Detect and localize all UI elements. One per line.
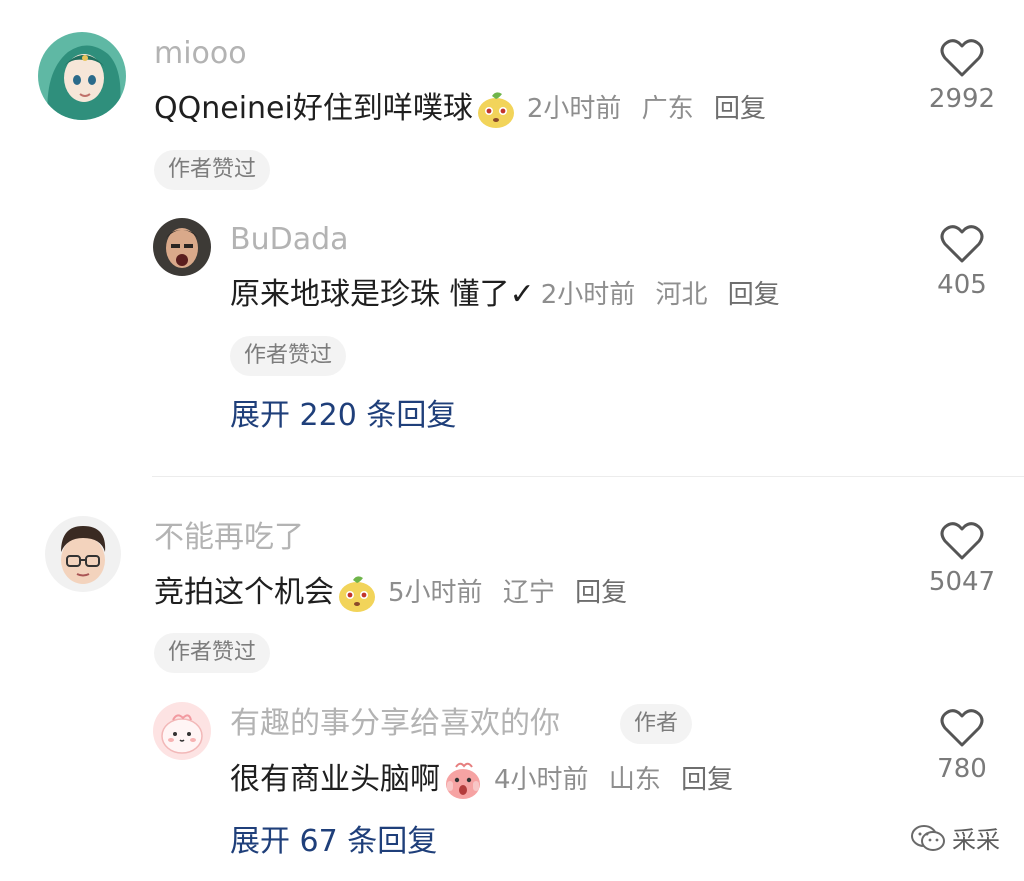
watermark: 采采 bbox=[910, 820, 1000, 855]
avatar[interactable] bbox=[153, 702, 211, 760]
reply-meta: 2小时前 河北 回复 bbox=[541, 275, 792, 315]
wechat-icon bbox=[911, 824, 945, 851]
reply-button[interactable]: 回复 bbox=[714, 94, 766, 124]
divider bbox=[152, 476, 1024, 477]
comment-text: QQneinei好住到咩噗球 bbox=[154, 91, 473, 126]
like-control[interactable]: 2992 bbox=[902, 38, 1022, 114]
comment-meta: 2小时前 广东 回复 bbox=[527, 89, 778, 129]
comment-meta: 5小时前 辽宁 回复 bbox=[388, 573, 639, 613]
scream-face-emoji-icon bbox=[442, 759, 484, 801]
reply-button[interactable]: 回复 bbox=[575, 578, 627, 608]
reply-time: 2小时前 bbox=[540, 280, 636, 310]
like-count: 5047 bbox=[928, 567, 996, 597]
reply-username[interactable]: 有趣的事分享给喜欢的你 bbox=[230, 706, 560, 742]
heart-icon[interactable] bbox=[940, 521, 984, 561]
like-count: 780 bbox=[937, 754, 987, 784]
like-count: 405 bbox=[937, 270, 987, 300]
comment-text: 竞拍这个机会 bbox=[154, 575, 334, 610]
author-tag-badge: 作者 bbox=[620, 704, 693, 744]
reply-text: 原来地球是珍珠 懂了✓ bbox=[230, 277, 535, 312]
reply-body: 原来地球是珍珠 懂了✓ 2小时前 河北 回复 bbox=[230, 275, 792, 315]
reply-text: 很有商业头脑啊 bbox=[230, 762, 440, 797]
author-liked-badge: 作者赞过 bbox=[154, 150, 271, 190]
reply-meta: 4小时前 山东 回复 bbox=[494, 760, 745, 800]
author-liked-badge: 作者赞过 bbox=[230, 336, 347, 376]
reply-username[interactable]: BuDada bbox=[230, 222, 349, 258]
avatar[interactable] bbox=[153, 218, 211, 276]
heart-icon[interactable] bbox=[940, 38, 984, 78]
avatar[interactable] bbox=[45, 516, 121, 592]
like-control[interactable]: 5047 bbox=[902, 521, 1022, 597]
pear-face-emoji-icon bbox=[475, 88, 517, 130]
author-liked-badge: 作者赞过 bbox=[154, 633, 271, 673]
heart-icon[interactable] bbox=[940, 708, 984, 748]
heart-icon[interactable] bbox=[940, 224, 984, 264]
expand-replies-link[interactable]: 展开 220 条回复 bbox=[230, 396, 456, 436]
comment-body: 竞拍这个机会 5小时前 辽宁 回复 bbox=[154, 572, 639, 614]
expand-replies-link[interactable]: 展开 67 条回复 bbox=[230, 822, 437, 862]
avatar[interactable] bbox=[38, 32, 126, 120]
reply-time: 4小时前 bbox=[494, 765, 589, 795]
like-control[interactable]: 405 bbox=[902, 224, 1022, 300]
like-control[interactable]: 780 bbox=[902, 708, 1022, 784]
comment-location: 辽宁 bbox=[502, 578, 555, 608]
comment-username[interactable]: 不能再吃了 bbox=[154, 520, 304, 556]
reply-button[interactable]: 回复 bbox=[728, 280, 780, 310]
reply-button[interactable]: 回复 bbox=[681, 765, 733, 795]
comment-time: 2小时前 bbox=[526, 94, 622, 124]
comment-body: QQneinei好住到咩噗球 2小时前 广东 回复 bbox=[154, 88, 778, 130]
like-count: 2992 bbox=[928, 84, 996, 114]
watermark-text: 采采 bbox=[952, 826, 1000, 854]
reply-location: 河北 bbox=[655, 280, 708, 310]
reply-body: 很有商业头脑啊 4小时前 山东 回复 bbox=[230, 759, 745, 801]
comment-time: 5小时前 bbox=[388, 578, 483, 608]
pear-face-emoji-icon bbox=[336, 572, 378, 614]
comment-username[interactable]: miooo bbox=[154, 36, 247, 72]
reply-location: 山东 bbox=[608, 765, 661, 795]
comment-location: 广东 bbox=[641, 94, 694, 124]
